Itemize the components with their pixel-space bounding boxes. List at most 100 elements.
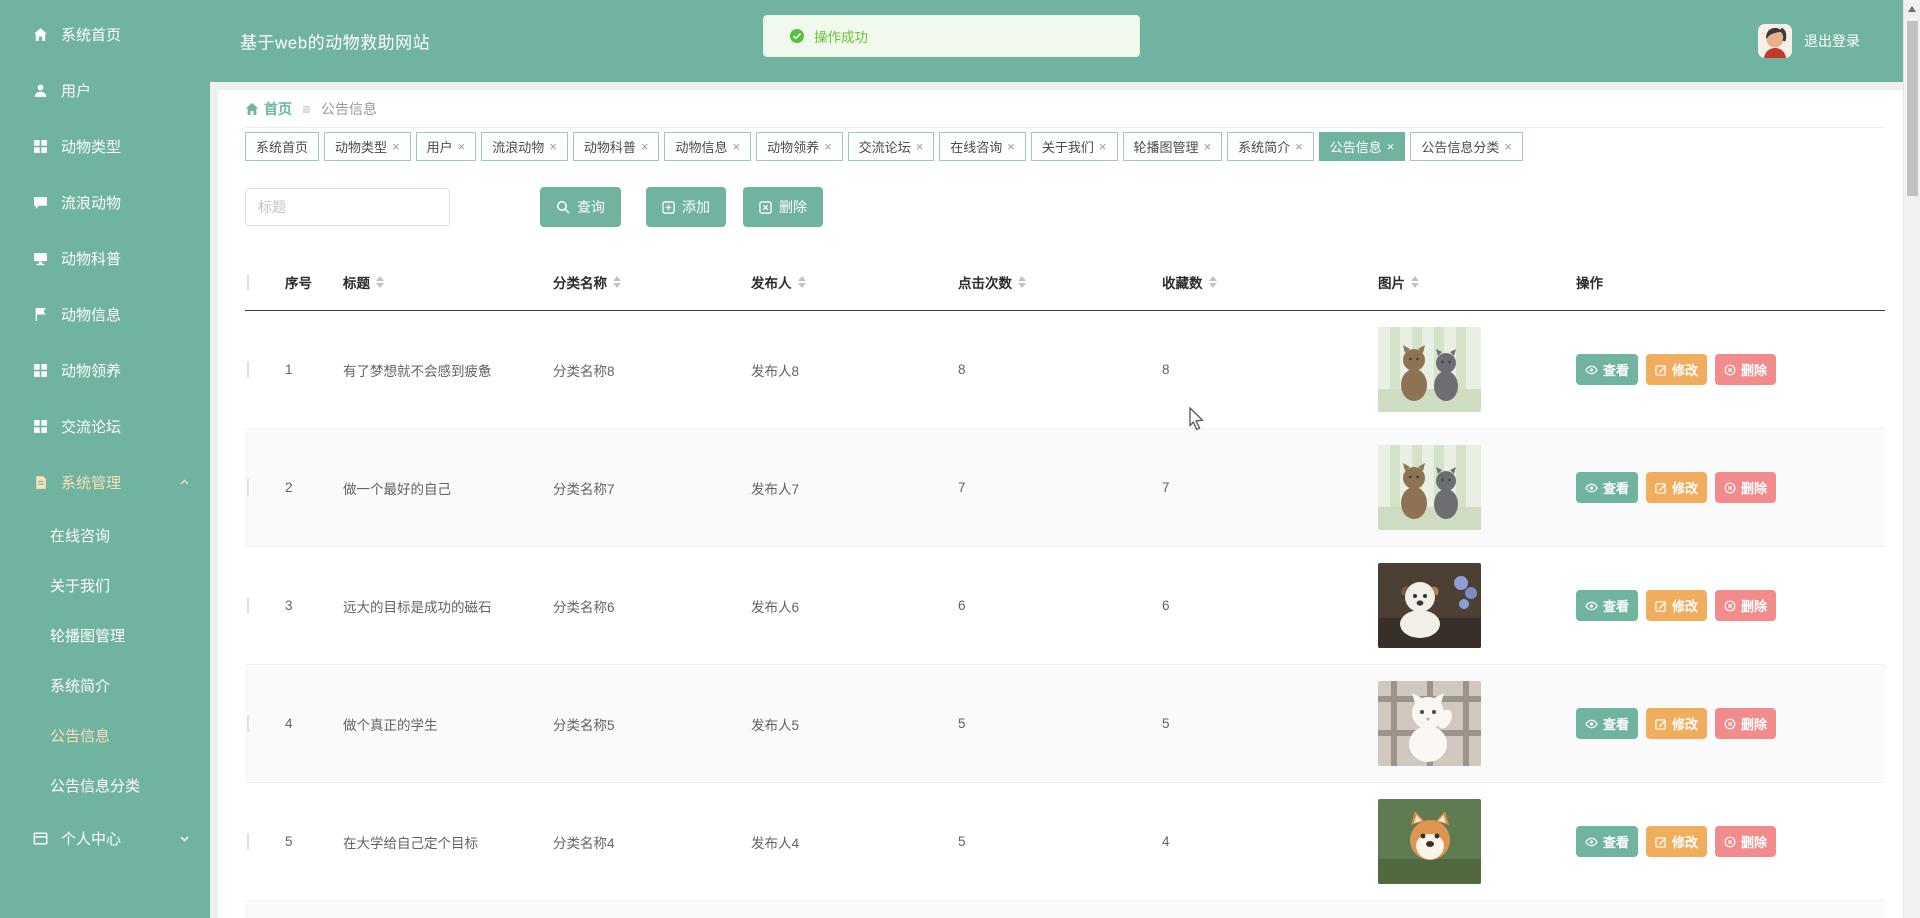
row-delete-button[interactable]: 删除 bbox=[1715, 590, 1776, 621]
tab-close-icon[interactable]: × bbox=[1007, 140, 1015, 153]
column-header: 图片 bbox=[1378, 272, 1576, 292]
sidebar-item-label: 交流论坛 bbox=[61, 416, 121, 437]
tab-12[interactable]: 系统简介 × bbox=[1227, 132, 1314, 161]
row-checkbox[interactable] bbox=[247, 833, 249, 850]
sort-carets[interactable] bbox=[376, 276, 384, 288]
sidebar-item-7[interactable]: 动物领养 bbox=[0, 342, 210, 398]
edit-button[interactable]: 修改 bbox=[1646, 472, 1707, 503]
row-checkbox[interactable] bbox=[247, 597, 249, 614]
row-checkbox[interactable] bbox=[247, 715, 249, 732]
cell-title: 做个真正的学生 bbox=[343, 714, 553, 734]
delete-button[interactable]: 删除 bbox=[743, 187, 823, 227]
sort-asc-icon bbox=[798, 276, 806, 281]
sidebar-item-15[interactable]: 公告信息分类 bbox=[0, 760, 210, 810]
row-delete-button[interactable]: 删除 bbox=[1715, 354, 1776, 385]
sidebar-item-label: 动物类型 bbox=[61, 136, 121, 157]
cell-index: 4 bbox=[285, 716, 343, 731]
cell-clicks: 6 bbox=[958, 598, 1162, 613]
sidebar-item-6[interactable]: 动物信息 bbox=[0, 286, 210, 342]
sidebar-item-13[interactable]: 系统简介 bbox=[0, 660, 210, 710]
tab-7[interactable]: 动物领养 × bbox=[756, 132, 843, 161]
tab-close-icon[interactable]: × bbox=[641, 140, 649, 153]
column-header: 发布人 bbox=[751, 272, 958, 292]
chevron-up-icon bbox=[179, 477, 190, 488]
sort-carets[interactable] bbox=[1209, 276, 1217, 288]
select-all-checkbox[interactable] bbox=[247, 274, 249, 291]
page-scrollbar[interactable] bbox=[1903, 0, 1920, 918]
tab-close-icon[interactable]: × bbox=[824, 140, 832, 153]
tab-close-icon[interactable]: × bbox=[549, 140, 557, 153]
tab-11[interactable]: 轮播图管理 × bbox=[1123, 132, 1223, 161]
tab-9[interactable]: 在线咨询 × bbox=[939, 132, 1026, 161]
view-button[interactable]: 查看 bbox=[1576, 826, 1638, 857]
query-button[interactable]: 查询 bbox=[540, 187, 621, 227]
breadcrumb-home-link[interactable]: 首页 bbox=[245, 99, 292, 119]
view-button[interactable]: 查看 bbox=[1576, 354, 1638, 385]
sidebar-item-10[interactable]: 在线咨询 bbox=[0, 510, 210, 560]
sidebar-item-4[interactable]: 流浪动物 bbox=[0, 174, 210, 230]
tab-2[interactable]: 动物类型 × bbox=[324, 132, 411, 161]
row-checkbox[interactable] bbox=[247, 479, 249, 496]
tab-close-icon[interactable]: × bbox=[1504, 140, 1512, 153]
logout-button[interactable]: 退出登录 bbox=[1804, 31, 1860, 51]
sidebar-item-11[interactable]: 关于我们 bbox=[0, 560, 210, 610]
breadcrumb: 首页 公告信息 bbox=[245, 90, 1885, 128]
tab-5[interactable]: 动物科普 × bbox=[573, 132, 660, 161]
scrollbar-up-arrow[interactable] bbox=[1904, 0, 1920, 17]
row-delete-button[interactable]: 删除 bbox=[1715, 826, 1776, 857]
tab-3[interactable]: 用户 × bbox=[416, 132, 477, 161]
sort-carets[interactable] bbox=[613, 276, 621, 288]
cell-publisher: 发布人4 bbox=[751, 832, 958, 852]
edit-button[interactable]: 修改 bbox=[1646, 590, 1707, 621]
sidebar-item-label: 流浪动物 bbox=[61, 192, 121, 213]
tab-8[interactable]: 交流论坛 × bbox=[848, 132, 935, 161]
tab-1[interactable]: 系统首页 bbox=[245, 132, 319, 161]
view-button[interactable]: 查看 bbox=[1576, 472, 1638, 503]
tab-4[interactable]: 流浪动物 × bbox=[481, 132, 568, 161]
tab-label: 在线咨询 bbox=[950, 137, 1002, 156]
tab-close-icon[interactable]: × bbox=[1204, 140, 1212, 153]
sidebar-item-3[interactable]: 动物类型 bbox=[0, 118, 210, 174]
view-button[interactable]: 查看 bbox=[1576, 590, 1638, 621]
row-delete-button[interactable]: 删除 bbox=[1715, 472, 1776, 503]
tab-close-icon[interactable]: × bbox=[1099, 140, 1107, 153]
tab-14[interactable]: 公告信息分类 × bbox=[1410, 132, 1523, 161]
tab-close-icon[interactable]: × bbox=[916, 140, 924, 153]
sidebar-item-1[interactable]: 系统首页 bbox=[0, 6, 210, 62]
sidebar-item-5[interactable]: 动物科普 bbox=[0, 230, 210, 286]
sidebar-item-8[interactable]: 交流论坛 bbox=[0, 398, 210, 454]
sidebar-item-12[interactable]: 轮播图管理 bbox=[0, 610, 210, 660]
sidebar-item-14[interactable]: 公告信息 bbox=[0, 710, 210, 760]
edit-button[interactable]: 修改 bbox=[1646, 826, 1707, 857]
sort-carets[interactable] bbox=[798, 276, 806, 288]
tab-10[interactable]: 关于我们 × bbox=[1031, 132, 1118, 161]
tab-6[interactable]: 动物信息 × bbox=[664, 132, 751, 161]
edit-button[interactable]: 修改 bbox=[1646, 354, 1707, 385]
edit-button[interactable]: 修改 bbox=[1646, 708, 1707, 739]
sort-carets[interactable] bbox=[1018, 276, 1026, 288]
view-button[interactable]: 查看 bbox=[1576, 708, 1638, 739]
tab-close-icon[interactable]: × bbox=[1387, 140, 1395, 153]
row-checkbox[interactable] bbox=[247, 361, 249, 378]
tab-close-icon[interactable]: × bbox=[392, 140, 400, 153]
chevron-down-icon bbox=[179, 833, 190, 844]
tabby-kittens-image bbox=[1378, 445, 1481, 530]
sidebar-item-9[interactable]: 系统管理 bbox=[0, 454, 210, 510]
tab-13[interactable]: 公告信息 × bbox=[1319, 132, 1406, 161]
tab-close-icon[interactable]: × bbox=[458, 140, 466, 153]
row-delete-button[interactable]: 删除 bbox=[1715, 708, 1776, 739]
tab-close-icon[interactable]: × bbox=[732, 140, 740, 153]
eye-icon bbox=[1585, 483, 1598, 493]
cell-category: 分类名称8 bbox=[553, 360, 751, 380]
sidebar-item-16[interactable]: 个人中心 bbox=[0, 810, 210, 866]
sidebar-item-2[interactable]: 用户 bbox=[0, 62, 210, 118]
title-search-input[interactable] bbox=[245, 188, 450, 226]
sidebar-item-label: 公告信息 bbox=[50, 725, 110, 746]
add-button[interactable]: 添加 bbox=[646, 187, 726, 227]
sort-carets[interactable] bbox=[1411, 276, 1419, 288]
cell-title: 远大的目标是成功的磁石 bbox=[343, 596, 553, 616]
cell-index: 1 bbox=[285, 362, 343, 377]
scrollbar-thumb[interactable] bbox=[1907, 21, 1918, 196]
tab-close-icon[interactable]: × bbox=[1295, 140, 1303, 153]
cell-favorites: 8 bbox=[1162, 362, 1378, 377]
